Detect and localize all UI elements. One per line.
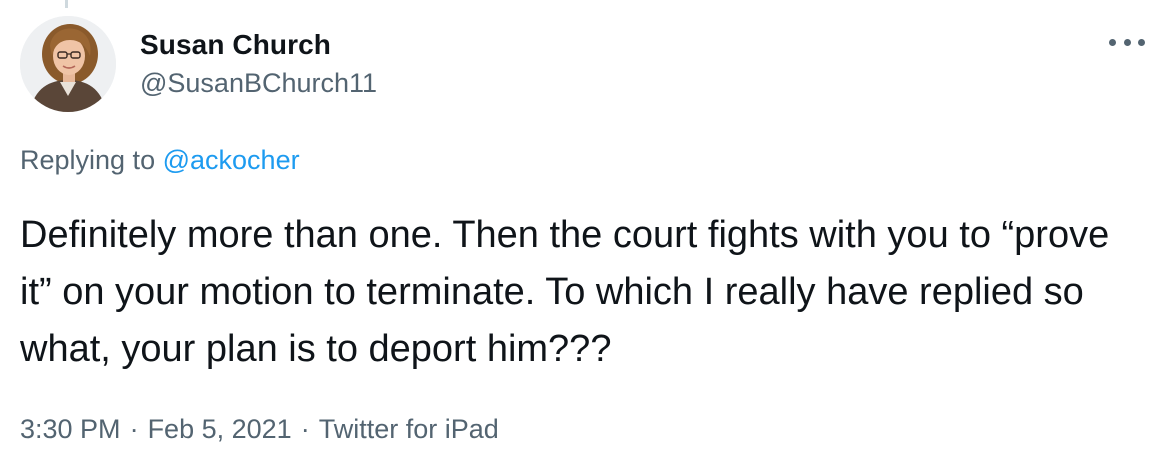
- more-options-icon[interactable]: [1109, 30, 1145, 54]
- more-dot-icon: [1123, 38, 1131, 46]
- more-dot-icon: [1138, 38, 1145, 46]
- meta-separator: ·: [129, 414, 139, 444]
- replying-to-line: Replying to @ackocher: [20, 145, 300, 176]
- author-handle[interactable]: @SusanBChurch11: [140, 68, 377, 99]
- tweet-source[interactable]: Twitter for iPad: [319, 414, 499, 444]
- tweet-meta: 3:30 PM · Feb 5, 2021 · Twitter for iPad: [20, 414, 499, 445]
- tweet-time[interactable]: 3:30 PM: [20, 414, 121, 444]
- more-dot-icon: [1109, 38, 1116, 46]
- replying-to-label: Replying to: [20, 145, 156, 175]
- meta-separator: ·: [300, 414, 310, 444]
- avatar-image: [20, 16, 116, 112]
- author-name[interactable]: Susan Church: [140, 29, 331, 61]
- reply-mention-link[interactable]: @ackocher: [163, 145, 300, 175]
- tweet-card[interactable]: Susan Church @SusanBChurch11 Replying to…: [0, 0, 1167, 464]
- tweet-text: Definitely more than one. Then the court…: [20, 214, 1110, 370]
- tweet-date[interactable]: Feb 5, 2021: [148, 414, 292, 444]
- avatar[interactable]: [20, 16, 116, 112]
